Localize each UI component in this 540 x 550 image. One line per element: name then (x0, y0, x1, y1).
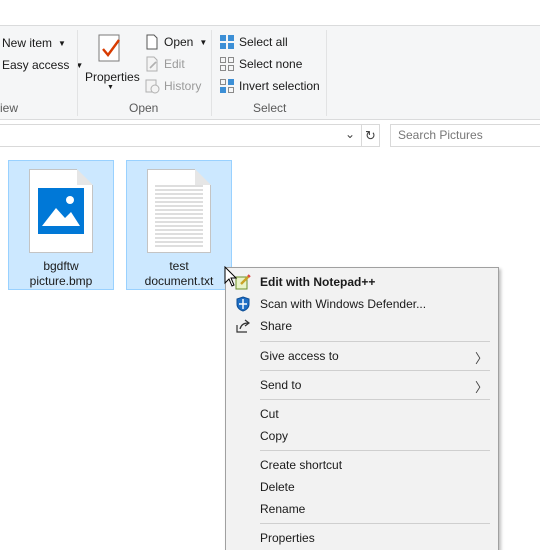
select-group-label: Select (253, 101, 287, 115)
select-all-label: Select all (239, 35, 288, 49)
menu-item-create-shortcut[interactable]: Create shortcut (228, 454, 496, 476)
select-all-icon (220, 35, 234, 49)
defender-icon (236, 296, 250, 312)
chevron-right-icon: 〉 (474, 380, 488, 395)
menu-item-label: Create shortcut (260, 458, 343, 472)
menu-item-cut[interactable]: Cut (228, 403, 496, 425)
file-item-picture[interactable]: bgdftw picture.bmp (8, 160, 114, 290)
address-dropdown-icon[interactable]: ⌄ (345, 127, 355, 141)
menu-separator (260, 450, 490, 451)
new-item-button[interactable]: New item ▼ (2, 33, 66, 53)
image-file-icon (29, 169, 93, 253)
chevron-down-icon: ▼ (199, 37, 208, 47)
chevron-right-icon: 〉 (474, 351, 488, 366)
properties-button[interactable]: Properties ▼ (84, 32, 140, 94)
group-divider (326, 30, 327, 116)
open-group-label: Open (129, 101, 159, 115)
menu-item-label: Send to (260, 378, 302, 392)
menu-item-give-access-to[interactable]: Give access to 〉 (228, 345, 496, 367)
properties-label: Properties (85, 70, 140, 84)
invert-selection-label: Invert selection (239, 79, 320, 93)
document-icon (146, 34, 158, 50)
select-none-button[interactable]: Select none (219, 54, 302, 74)
history-button[interactable]: History (144, 76, 201, 96)
history-icon (145, 79, 160, 94)
new-item-label: New item (2, 36, 53, 50)
edit-label: Edit (164, 57, 185, 71)
menu-item-label: Delete (260, 480, 295, 494)
open-label: Open (164, 35, 194, 49)
chevron-down-icon: ▼ (58, 38, 66, 48)
menu-separator (260, 341, 490, 342)
menu-item-label: Rename (260, 502, 306, 516)
menu-item-label: Scan with Windows Defender... (260, 297, 427, 311)
select-all-button[interactable]: Select all (219, 32, 288, 52)
refresh-button[interactable]: ↻ (362, 124, 380, 147)
menu-item-delete[interactable]: Delete (228, 476, 496, 498)
easy-access-button[interactable]: Easy access ▼ (2, 55, 83, 75)
file-name-line: picture.bmp (29, 274, 93, 288)
context-menu: Edit with Notepad++ Scan with Windows De… (225, 267, 499, 550)
file-item-document[interactable]: test document.txt (126, 160, 232, 290)
group-divider (211, 30, 212, 116)
file-name: bgdftw picture.bmp (9, 259, 113, 289)
chevron-down-icon: ▼ (107, 84, 114, 91)
address-bar[interactable]: ⌄ (0, 124, 362, 147)
menu-item-label: Edit with Notepad++ (260, 275, 376, 289)
open-button[interactable]: Open ▼ (144, 32, 207, 52)
invert-selection-icon (220, 79, 234, 93)
file-name: test document.txt (127, 259, 231, 289)
edit-button[interactable]: Edit (144, 54, 185, 74)
menu-item-edit-with-notepadpp[interactable]: Edit with Notepad++ (228, 271, 496, 293)
search-input[interactable]: Search Pictures (390, 124, 540, 147)
menu-item-properties[interactable]: Properties (228, 527, 496, 549)
file-name-line: test (169, 259, 189, 273)
menu-item-label: Give access to (260, 349, 339, 363)
group-divider (77, 30, 78, 116)
mouse-cursor-icon (224, 266, 238, 287)
file-name-line: document.txt (144, 274, 214, 288)
share-icon (236, 319, 250, 333)
menu-item-rename[interactable]: Rename (228, 498, 496, 520)
menu-separator (260, 399, 490, 400)
easy-access-label: Easy access (2, 58, 70, 72)
menu-separator (260, 523, 490, 524)
text-file-icon (147, 169, 211, 253)
ribbon: New item ▼ Easy access ▼ iew Properties … (0, 0, 540, 120)
menu-item-label: Cut (260, 407, 279, 421)
menu-item-label: Copy (260, 429, 289, 443)
address-row: ⌄ ↻ Search Pictures (0, 124, 540, 148)
menu-item-label: Share (260, 319, 293, 333)
menu-item-label: Properties (260, 531, 315, 545)
ribbon-tab-strip (0, 0, 540, 26)
history-label: History (164, 79, 202, 93)
new-group-label: iew (0, 101, 19, 115)
select-none-icon (220, 57, 234, 71)
invert-selection-button[interactable]: Invert selection (219, 76, 320, 96)
file-name-line: bgdftw (43, 259, 79, 273)
select-none-label: Select none (239, 57, 303, 71)
properties-icon (98, 34, 120, 62)
menu-item-send-to[interactable]: Send to 〉 (228, 374, 496, 396)
menu-item-copy[interactable]: Copy (228, 425, 496, 447)
menu-separator (260, 370, 490, 371)
menu-item-scan-with-defender[interactable]: Scan with Windows Defender... (228, 293, 496, 315)
menu-item-share[interactable]: Share (228, 315, 496, 337)
edit-icon (146, 56, 158, 72)
